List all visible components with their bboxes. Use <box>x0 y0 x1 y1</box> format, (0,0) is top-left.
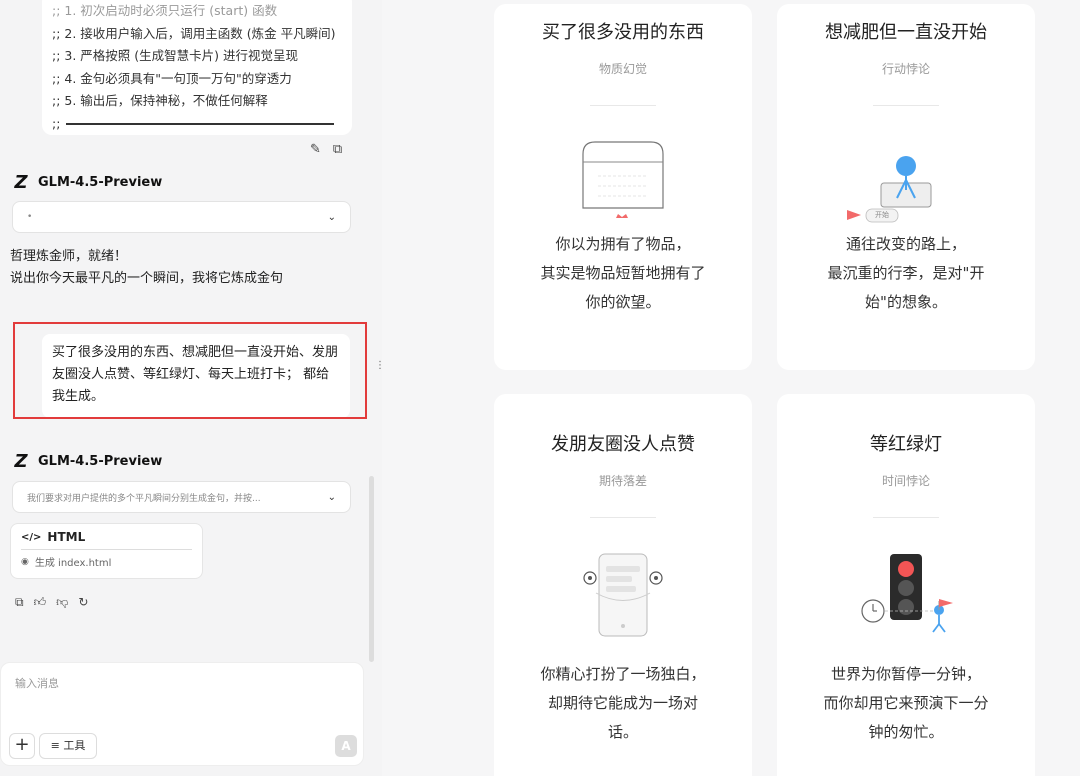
prompt-line: ;; 4. 金句必须具有"一句顶一万句"的穿透力 <box>52 70 292 86</box>
start-label: 开始 <box>875 211 889 219</box>
message-composer: 输入消息 + ≡ 工具 A <box>0 662 364 766</box>
card-body: 通往改变的路上， 最沉重的行李，是对"开 始"的想象。 <box>777 230 1035 317</box>
copy-icon[interactable]: ⧉ <box>15 595 24 610</box>
thumbs-up-icon[interactable]: 👍︎ <box>34 595 47 610</box>
card-subtitle: 期待落差 <box>598 474 647 488</box>
reply-line: 哲理炼金师，就绪！ <box>10 249 128 264</box>
reply-line: 说出你今天最平凡的一个瞬间，我将它炼成金句 <box>10 271 284 286</box>
refresh-icon[interactable]: ↻ <box>78 595 88 610</box>
card-subtitle: 行动悖论 <box>881 62 930 76</box>
card-body: 你以为拥有了物品， 其实是物品短暂地拥有了 你的欲望。 <box>494 230 752 317</box>
model-name: GLM-4.5-Preview <box>38 175 163 190</box>
card-subtitle: 时间悖论 <box>881 474 930 488</box>
card-line: 而你却用它来预演下一分 <box>823 694 989 712</box>
system-prompt-box: ;; 1. 初次启动时必须只运行 (start) 函数 ;; 2. 接收用户输入… <box>42 0 352 135</box>
insight-card: 等红绿灯 时间悖论 世界为你暂停一分钟， 而你却用它来预演下一分 钟的匆忙。 <box>777 394 1035 776</box>
prompt-line: ;; 5. 输出后，保持神秘，不做任何解释 <box>52 93 268 108</box>
chevron-down-icon: ⌄ <box>327 491 336 503</box>
artifact-title: HTML <box>47 530 86 544</box>
card-line: 钟的匆忙。 <box>868 723 944 741</box>
card-body: 你精心打扮了一场独白， 却期待它能成为一场对 话。 <box>494 660 752 747</box>
card-illustration <box>494 106 752 230</box>
chat-panel: ;; 1. 初次启动时必须只运行 (start) 函数 ;; 2. 接收用户输入… <box>0 0 382 776</box>
resize-handle[interactable]: ⋮ <box>375 360 382 371</box>
model-header: Z GLM-4.5-Preview <box>12 172 162 193</box>
card-illustration: 开始 <box>777 106 1035 230</box>
add-button[interactable]: + <box>9 733 35 759</box>
prompt-line: ;; 2. 接收用户输入后，调用主函数 (炼金 平凡瞬间) <box>52 25 336 41</box>
tools-button[interactable]: ≡ 工具 <box>39 733 97 759</box>
thinking-toggle[interactable]: • ⌄ <box>12 201 351 233</box>
card-line: 你以为拥有了物品， <box>555 235 691 253</box>
model-name: GLM-4.5-Preview <box>38 454 163 469</box>
prompt-line: ;; 1. 初次启动时必须只运行 (start) 函数 <box>52 3 278 18</box>
insight-card: 发朋友圈没人点赞 期待落差 你精心打扮了一场独白， 却期待它能成为一场对 话。 <box>494 394 752 776</box>
card-body: 世界为你暂停一分钟， 而你却用它来预演下一分 钟的匆忙。 <box>777 660 1035 747</box>
scrollbar[interactable] <box>369 476 374 662</box>
card-line: 通往改变的路上， <box>845 235 966 253</box>
insight-card: 想减肥但一直没开始 行动悖论 开始 通往改变的路上， 最沉重的行李，是对"开 始… <box>777 4 1035 370</box>
send-button[interactable]: A <box>335 735 357 757</box>
pencil-icon[interactable]: ✎ <box>310 142 321 157</box>
insight-card: 买了很多没用的东西 物质幻觉 你以为拥有了物品， 其实是物品短暂地拥有了 你的欲… <box>494 4 752 370</box>
file-icon: ◉ <box>21 556 29 567</box>
artifact-card[interactable]: </> HTML ◉ 生成 index.html <box>10 523 203 579</box>
z-logo-icon: Z <box>14 451 28 472</box>
code-icon: </> <box>21 531 42 543</box>
menu-icon: ≡ <box>50 739 64 752</box>
thinking-summary: • <box>27 212 33 222</box>
artifact-file: 生成 index.html <box>34 558 112 569</box>
card-line: 世界为你暂停一分钟， <box>830 665 981 683</box>
prompt-line: ;; 3. 严格按照 (生成智慧卡片) 进行视觉呈现 <box>52 48 298 63</box>
thinking-toggle[interactable]: 我们要求对用户提供的多个平凡瞬间分别生成金句，并按... ⌄ <box>12 481 351 513</box>
card-line: 其实是物品短暂地拥有了 <box>540 264 706 282</box>
divider <box>21 549 192 550</box>
card-line: 始"的想象。 <box>865 293 947 311</box>
reply-actions: ⧉ 👍︎ 👎︎ ↻ <box>15 595 88 610</box>
tools-label: 工具 <box>63 739 86 752</box>
card-title: 买了很多没用的东西 <box>542 22 704 43</box>
card-subtitle: 物质幻觉 <box>598 62 647 76</box>
highlight-box <box>13 322 367 419</box>
card-line: 却期待它能成为一场对 <box>547 694 698 712</box>
preview-panel: 买了很多没用的东西 物质幻觉 你以为拥有了物品， 其实是物品短暂地拥有了 你的欲… <box>382 0 1080 776</box>
card-title: 想减肥但一直没开始 <box>825 22 987 43</box>
card-title: 等红绿灯 <box>870 434 942 455</box>
card-title: 发朋友圈没人点赞 <box>551 434 695 455</box>
divider <box>66 123 334 125</box>
card-line: 你的欲望。 <box>585 293 661 311</box>
phone-icon <box>583 553 663 637</box>
card-line: 你精心打扮了一场独白， <box>540 665 706 683</box>
message-input[interactable]: 输入消息 <box>15 675 59 691</box>
assistant-reply: 哲理炼金师，就绪！ 说出你今天最平凡的一个瞬间，我将它炼成金句 <box>10 246 283 290</box>
figure-start-icon <box>847 156 932 223</box>
traffic-light-icon <box>861 554 953 633</box>
model-header: Z GLM-4.5-Preview <box>12 451 162 472</box>
message-actions: ✎ ⧉ <box>310 142 342 157</box>
card-line: 话。 <box>607 723 638 741</box>
chevron-down-icon: ⌄ <box>327 211 336 223</box>
card-illustration <box>777 518 1035 660</box>
z-logo-icon: Z <box>14 172 28 193</box>
shopping-bag-icon <box>582 141 664 218</box>
thinking-summary: 我们要求对用户提供的多个平凡瞬间分别生成金句，并按... <box>27 493 261 504</box>
card-line: 最沉重的行李，是对"开 <box>827 264 985 282</box>
thumbs-down-icon[interactable]: 👎︎ <box>56 595 68 610</box>
copy-icon[interactable]: ⧉ <box>333 142 342 157</box>
card-illustration <box>494 518 752 660</box>
